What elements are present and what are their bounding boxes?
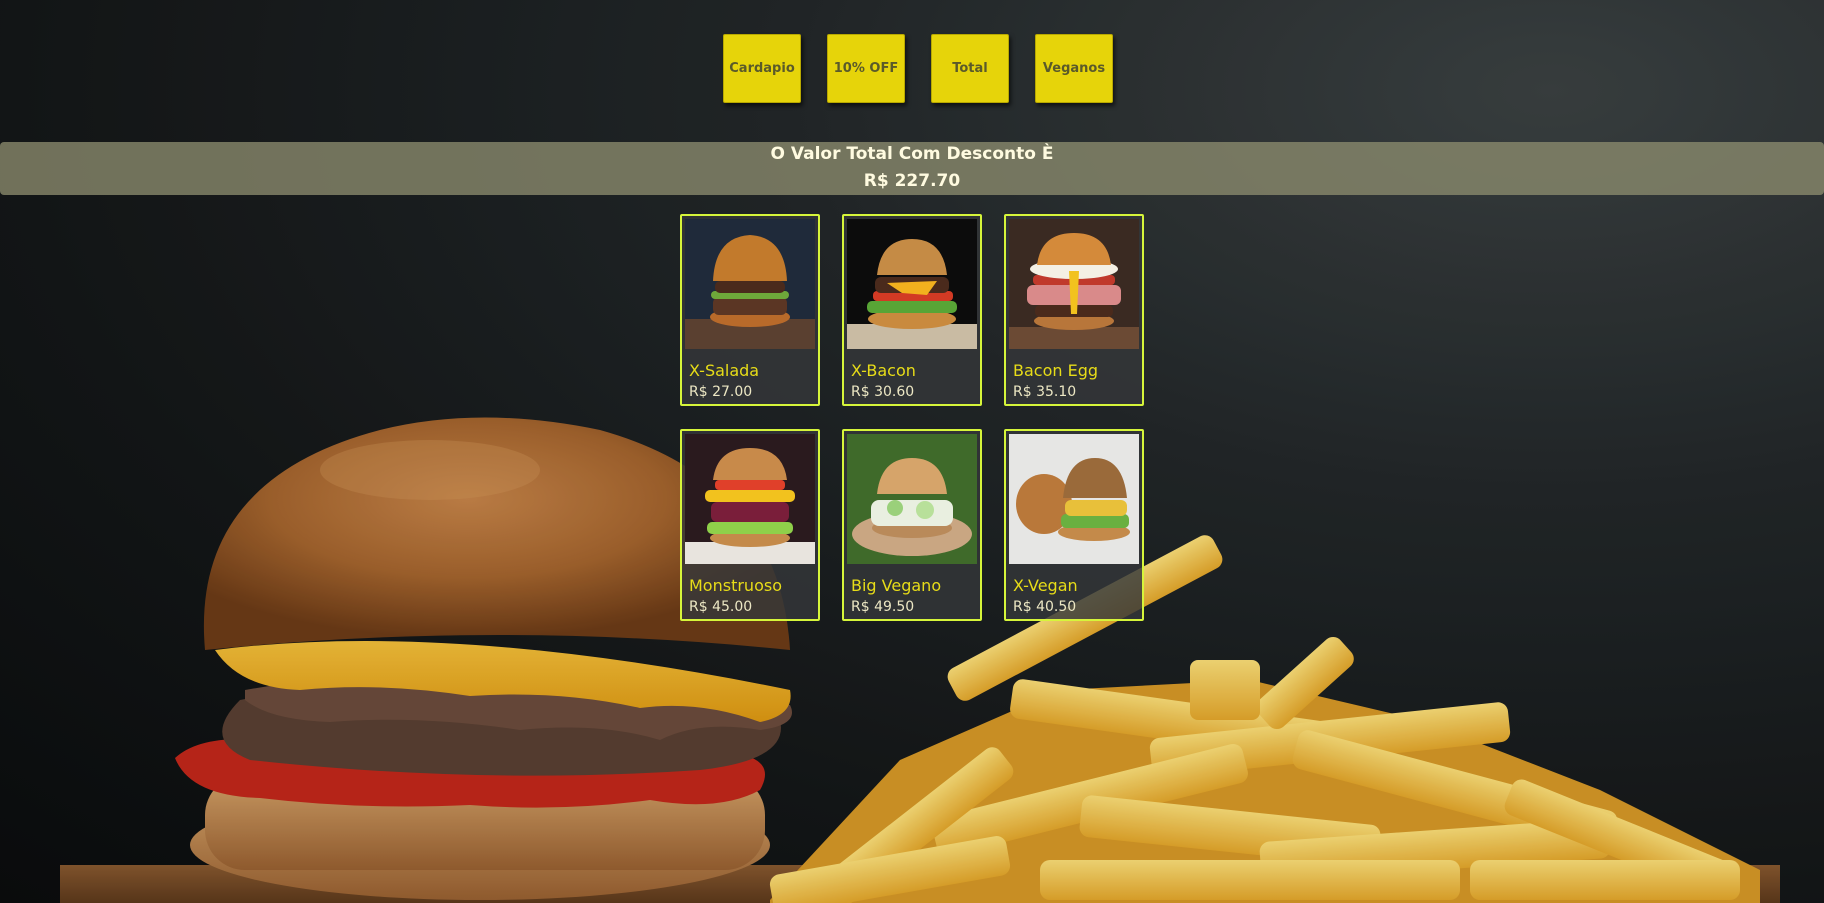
discount-10-off-button[interactable]: 10% OFF bbox=[827, 34, 905, 103]
product-price: R$ 27.00 bbox=[689, 384, 753, 400]
burger-photo-icon bbox=[847, 434, 977, 564]
total-button[interactable]: Total bbox=[931, 34, 1009, 103]
product-card-monstruoso[interactable]: Monstruoso R$ 45.00 bbox=[680, 429, 820, 621]
burger-photo-icon bbox=[685, 219, 815, 349]
product-name: X-Vegan bbox=[1013, 576, 1078, 595]
product-name: Bacon Egg bbox=[1013, 361, 1099, 380]
burger-photo-icon bbox=[1009, 219, 1139, 349]
total-banner: O Valor Total Com Desconto È R$ 227.70 bbox=[0, 142, 1824, 195]
product-grid: X-Salada R$ 27.00 X-Bacon R$ 30.60 Bacon… bbox=[680, 214, 1145, 621]
product-card-x-salada[interactable]: X-Salada R$ 27.00 bbox=[680, 214, 820, 406]
burger-photo-icon bbox=[685, 434, 815, 564]
burger-photo-icon bbox=[1009, 434, 1139, 564]
burger-photo-icon bbox=[847, 219, 977, 349]
product-name: Monstruoso bbox=[689, 576, 782, 595]
product-card-big-vegano[interactable]: Big Vegano R$ 49.50 bbox=[842, 429, 982, 621]
product-price: R$ 35.10 bbox=[1013, 384, 1077, 400]
product-name: Big Vegano bbox=[851, 576, 942, 595]
total-banner-value: R$ 227.70 bbox=[863, 171, 961, 191]
product-price: R$ 30.60 bbox=[851, 384, 915, 400]
top-nav: Cardapio 10% OFF Total Veganos bbox=[723, 34, 1113, 103]
cardapio-button[interactable]: Cardapio bbox=[723, 34, 801, 103]
product-card-x-bacon[interactable]: X-Bacon R$ 30.60 bbox=[842, 214, 982, 406]
product-card-bacon-egg[interactable]: Bacon Egg R$ 35.10 bbox=[1004, 214, 1144, 406]
product-name: X-Salada bbox=[689, 361, 760, 380]
veganos-button[interactable]: Veganos bbox=[1035, 34, 1113, 103]
product-name: X-Bacon bbox=[851, 361, 916, 380]
product-price: R$ 40.50 bbox=[1013, 599, 1077, 615]
total-banner-title: O Valor Total Com Desconto È bbox=[770, 144, 1054, 164]
product-price: R$ 45.00 bbox=[689, 599, 753, 615]
product-card-x-vegan[interactable]: X-Vegan R$ 40.50 bbox=[1004, 429, 1144, 621]
product-price: R$ 49.50 bbox=[851, 599, 915, 615]
